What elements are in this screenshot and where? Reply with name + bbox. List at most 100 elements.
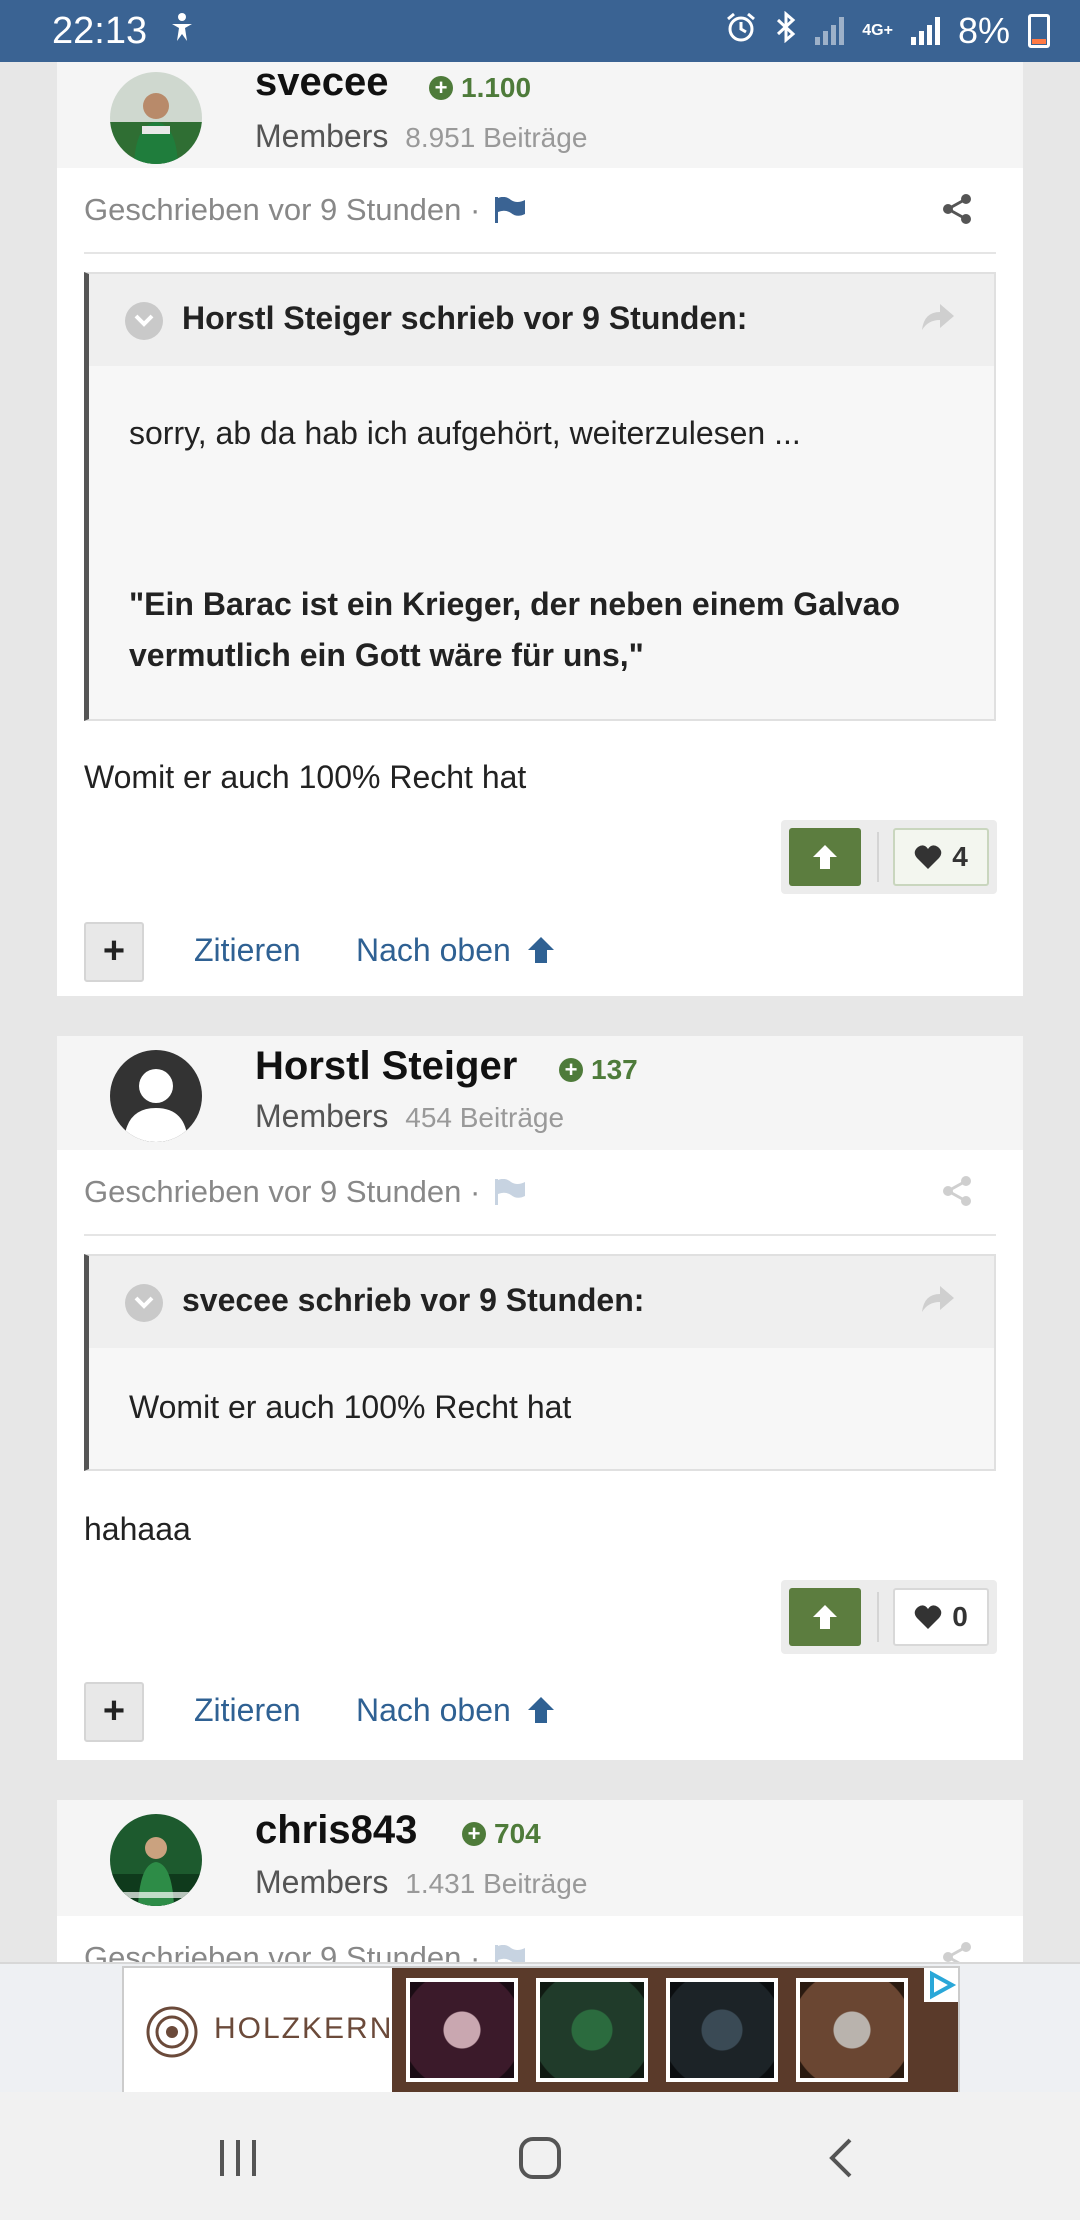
battery-level: 8% bbox=[957, 10, 1010, 51]
share-icon[interactable] bbox=[940, 1174, 974, 1208]
quote-bold-line: "Ein Barac ist ein Krieger, der neben ei… bbox=[129, 586, 901, 622]
back-to-top-link[interactable]: Nach oben bbox=[356, 1692, 556, 1729]
author-bar: Horstl Steiger + 137 Members 454 Beiträg… bbox=[57, 1036, 1023, 1150]
quote-block: Horstl Steiger schrieb vor 9 Stunden: so… bbox=[84, 272, 996, 721]
plus-icon: + bbox=[429, 76, 453, 100]
reaction-box: 4 bbox=[781, 820, 997, 894]
signal-icon bbox=[815, 17, 845, 45]
post-count: 454 Beiträge bbox=[405, 1102, 565, 1133]
quote-reply-icon[interactable] bbox=[920, 1284, 956, 1314]
battery-icon bbox=[1028, 14, 1050, 48]
quote-text: Womit er auch 100% Recht hat bbox=[129, 1389, 572, 1425]
quote-block: svecee schrieb vor 9 Stunden: Womit er a… bbox=[84, 1254, 996, 1471]
arrow-up-icon bbox=[527, 937, 554, 963]
member-group: Members bbox=[255, 1098, 389, 1134]
quote-header: Horstl Steiger schrieb vor 9 Stunden: bbox=[89, 274, 994, 366]
heart-icon bbox=[914, 845, 942, 869]
avatar[interactable] bbox=[110, 1050, 202, 1142]
share-icon[interactable] bbox=[940, 192, 974, 226]
bluetooth-icon bbox=[775, 10, 797, 51]
post-count: 8.951 Beiträge bbox=[405, 122, 588, 153]
alarm-icon bbox=[725, 11, 757, 51]
home-button[interactable] bbox=[518, 2136, 562, 2180]
arrow-up-icon bbox=[527, 1697, 554, 1723]
upvote-button[interactable] bbox=[789, 828, 861, 886]
ad-banner-area: HOLZKERN bbox=[0, 1962, 1080, 2094]
divider bbox=[877, 832, 879, 882]
watch-image bbox=[406, 1978, 518, 2082]
member-info: Members 454 Beiträge bbox=[255, 1098, 564, 1135]
quote-body: sorry, ab da hab ich aufgehört, weiterzu… bbox=[89, 366, 994, 719]
like-button[interactable]: 4 bbox=[893, 828, 989, 886]
quote-text: sorry, ab da hab ich aufgehört, weiterzu… bbox=[129, 415, 801, 451]
chevron-down-icon[interactable] bbox=[125, 1284, 163, 1322]
clock: 22:13 bbox=[52, 9, 148, 52]
quote-link[interactable]: Zitieren bbox=[194, 932, 301, 969]
quote-header: svecee schrieb vor 9 Stunden: bbox=[89, 1256, 994, 1348]
accessibility-icon bbox=[169, 12, 195, 50]
multiquote-button[interactable]: + bbox=[84, 1682, 144, 1742]
post-date: Geschrieben vor 9 Stunden · bbox=[84, 192, 525, 228]
post-text: Womit er auch 100% Recht hat bbox=[84, 759, 527, 795]
plus-icon: + bbox=[462, 1822, 486, 1846]
author-name[interactable]: chris843 bbox=[255, 1808, 417, 1853]
post: Horstl Steiger + 137 Members 454 Beiträg… bbox=[57, 1036, 1023, 1760]
back-button[interactable] bbox=[826, 2136, 856, 2180]
member-group: Members bbox=[255, 118, 389, 154]
separator bbox=[57, 996, 1023, 1036]
chevron-down-icon[interactable] bbox=[125, 302, 163, 340]
upvote-button[interactable] bbox=[789, 1588, 861, 1646]
recent-apps-button[interactable] bbox=[218, 2136, 258, 2180]
like-count: 0 bbox=[952, 1601, 968, 1632]
ad-banner[interactable]: HOLZKERN bbox=[122, 1966, 960, 2094]
post-actions: + Zitieren Nach oben bbox=[57, 896, 1023, 996]
post-feed: svecee + 1.100 Members 8.951 Beiträge Ge… bbox=[57, 60, 1023, 2002]
like-button[interactable]: 0 bbox=[893, 1588, 989, 1646]
reaction-row: 4 bbox=[57, 796, 1023, 896]
reputation-badge: + 137 bbox=[559, 1054, 638, 1086]
quote-body: Womit er auch 100% Recht hat bbox=[89, 1348, 994, 1469]
reaction-box: 0 bbox=[781, 1580, 997, 1654]
author-bar: svecee + 1.100 Members 8.951 Beiträge bbox=[57, 60, 1023, 168]
multiquote-button[interactable]: + bbox=[84, 922, 144, 982]
watch-image bbox=[536, 1978, 648, 2082]
avatar[interactable] bbox=[110, 1814, 202, 1906]
post-date: Geschrieben vor 9 Stunden · bbox=[84, 1174, 525, 1210]
member-group: Members bbox=[255, 1864, 389, 1900]
like-count: 4 bbox=[952, 841, 968, 872]
report-flag-icon[interactable] bbox=[494, 1179, 525, 1205]
network-type: 4G+ bbox=[862, 22, 893, 39]
post: svecee + 1.100 Members 8.951 Beiträge Ge… bbox=[57, 60, 1023, 996]
reaction-row: 0 bbox=[57, 1548, 1023, 1656]
system-nav-bar bbox=[0, 2092, 1080, 2220]
quote-link[interactable]: Zitieren bbox=[194, 1692, 301, 1729]
watch-image bbox=[666, 1978, 778, 2082]
author-name[interactable]: svecee bbox=[255, 60, 388, 105]
brand-logo-icon bbox=[146, 2006, 198, 2058]
member-info: Members 1.431 Beiträge bbox=[255, 1864, 587, 1901]
divider bbox=[877, 1592, 879, 1642]
post-count: 1.431 Beiträge bbox=[405, 1868, 588, 1899]
post-meta: Geschrieben vor 9 Stunden · bbox=[84, 1150, 996, 1236]
author-name[interactable]: Horstl Steiger bbox=[255, 1044, 517, 1089]
quote-title: Horstl Steiger schrieb vor 9 Stunden: bbox=[182, 300, 748, 336]
ad-product-strip bbox=[392, 1968, 958, 2092]
reputation-badge: + 1.100 bbox=[429, 72, 531, 104]
watch-image bbox=[796, 1978, 908, 2082]
plus-icon: + bbox=[559, 1058, 583, 1082]
quote-title: svecee schrieb vor 9 Stunden: bbox=[182, 1282, 645, 1318]
report-flag-icon[interactable] bbox=[494, 197, 525, 223]
back-to-top-link[interactable]: Nach oben bbox=[356, 932, 556, 969]
quote-reply-icon[interactable] bbox=[920, 302, 956, 332]
avatar[interactable] bbox=[110, 72, 202, 164]
status-bar: 22:13 4G+ 8% bbox=[0, 0, 1080, 62]
separator bbox=[57, 1760, 1023, 1800]
ad-choices-icon[interactable] bbox=[924, 1968, 958, 2002]
author-bar: chris843 + 704 Members 1.431 Beiträge bbox=[57, 1800, 1023, 1916]
ad-brand-name: HOLZKERN bbox=[214, 2012, 394, 2045]
post-actions: + Zitieren Nach oben bbox=[57, 1656, 1023, 1760]
member-info: Members 8.951 Beiträge bbox=[255, 118, 587, 155]
signal-icon bbox=[910, 17, 940, 45]
quote-bold-line: vermutlich ein Gott wäre für uns," bbox=[129, 637, 644, 673]
post-text: hahaaa bbox=[84, 1511, 191, 1547]
